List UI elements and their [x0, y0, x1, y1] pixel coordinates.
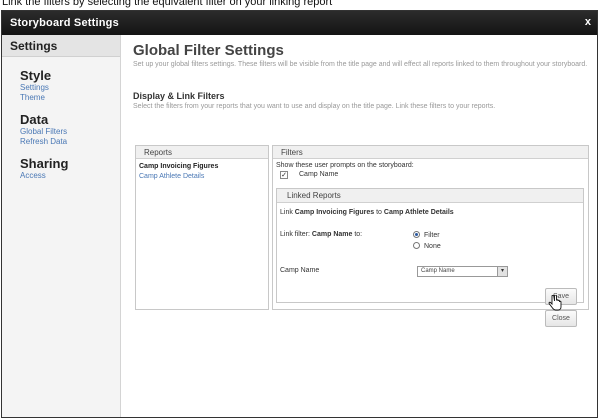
sidebar-link-theme[interactable]: Theme: [20, 93, 120, 103]
filters-description: Show these user prompts on the storyboar…: [276, 162, 414, 169]
linked-reports-panel: Linked Reports Link Camp Invoicing Figur…: [276, 188, 584, 303]
link-filter-suffix: to:: [354, 231, 363, 238]
sidebar-header: Settings: [2, 35, 120, 57]
linked-reports-header: Linked Reports: [277, 189, 583, 203]
dropdown-value: Camp Name: [421, 268, 455, 274]
sidebar-section-data: Data Global Filters Refresh Data: [2, 113, 120, 147]
filter-row: ✓ Camp Name: [273, 170, 588, 182]
camp-name-dropdown[interactable]: Camp Name ▾: [417, 266, 508, 277]
source-report-name: Camp Invoicing Figures: [294, 209, 375, 216]
chevron-down-icon[interactable]: ▾: [497, 267, 507, 276]
hand-cursor-icon: [548, 295, 562, 311]
filters-panel-header: Filters: [273, 146, 588, 159]
reports-panel: Reports Camp Invoicing Figures Camp Athl…: [135, 145, 269, 310]
sidebar-link-global-filters[interactable]: Global Filters: [20, 127, 120, 137]
main-content: Global Filter Settings Set up your globa…: [122, 35, 597, 417]
radio-option-filter[interactable]: Filter: [413, 231, 440, 239]
sidebar-section-title: Data: [20, 112, 49, 127]
sidebar-section-style: Style Settings Theme: [2, 69, 120, 103]
reports-panel-header: Reports: [136, 146, 268, 159]
dialog-titlebar[interactable]: Storyboard Settings x: [2, 11, 597, 35]
link-description: Link Camp Invoicing Figures to Camp Athl…: [280, 209, 454, 216]
sidebar-link-refresh-data[interactable]: Refresh Data: [20, 137, 120, 147]
settings-sidebar: Settings Style Settings Theme Data Globa…: [2, 35, 121, 417]
storyboard-settings-dialog: Storyboard Settings x Settings Style Set…: [1, 10, 598, 418]
top-caption: Link the filters by selecting the equiva…: [2, 0, 333, 8]
report-item-camp-invoicing[interactable]: Camp Invoicing Figures: [136, 162, 268, 172]
sidebar-link-settings[interactable]: Settings: [20, 83, 120, 93]
section-subtitle: Display & Link Filters: [133, 91, 225, 101]
dropdown-label: Camp Name: [280, 267, 320, 274]
radio-option-none[interactable]: None: [413, 242, 441, 250]
link-filter-name: Camp Name: [311, 231, 353, 238]
radio-filter-label: Filter: [424, 232, 440, 239]
close-button[interactable]: Close: [545, 310, 577, 327]
sidebar-section-title: Sharing: [20, 156, 69, 171]
page-title: Global Filter Settings: [133, 42, 284, 59]
link-prefix: Link: [280, 209, 293, 216]
link-to-text: to: [376, 209, 382, 216]
link-filter-line: Link filter: Camp Name to:: [280, 231, 362, 238]
radio-none-label: None: [424, 243, 441, 250]
dialog-title: Storyboard Settings: [10, 17, 119, 29]
link-filter-prefix: Link filter:: [280, 231, 310, 238]
radio-none-icon[interactable]: [413, 242, 420, 249]
sidebar-link-access[interactable]: Access: [20, 171, 120, 181]
section-description: Select the filters from your reports tha…: [133, 103, 496, 110]
close-icon[interactable]: x: [585, 16, 591, 28]
filter-label: Camp Name: [299, 171, 339, 178]
report-item-camp-athlete[interactable]: Camp Athlete Details: [136, 172, 268, 182]
filters-panel: Filters Show these user prompts on the s…: [272, 145, 589, 310]
page-description: Set up your global filters settings. The…: [133, 61, 588, 68]
sidebar-section-sharing: Sharing Access: [2, 157, 120, 181]
camp-name-checkbox[interactable]: ✓: [280, 171, 288, 179]
sidebar-section-title: Style: [20, 68, 52, 83]
target-report-name: Camp Athlete Details: [383, 209, 454, 216]
radio-filter-icon[interactable]: [413, 231, 420, 238]
